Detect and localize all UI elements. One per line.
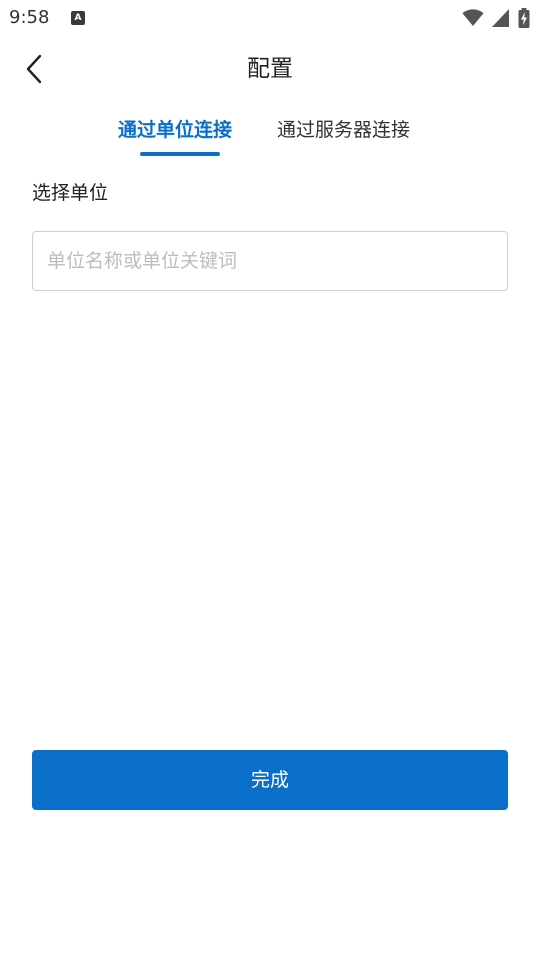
done-button[interactable]: 完成 xyxy=(32,750,508,810)
status-time: 9:58 xyxy=(9,7,50,28)
tab-connect-by-server[interactable]: 通过服务器连接 xyxy=(277,112,410,148)
status-bar: 9:58 A xyxy=(0,0,540,36)
tab-bar: 通过单位连接 通过服务器连接 xyxy=(0,112,540,158)
cell-signal-icon xyxy=(492,9,509,27)
notification-icon: A xyxy=(71,11,85,25)
tab-active-indicator xyxy=(140,152,220,156)
battery-charging-icon xyxy=(518,8,530,28)
select-organization-label: 选择单位 xyxy=(32,182,109,204)
organization-search-field xyxy=(32,231,508,291)
back-button[interactable] xyxy=(18,52,50,86)
page-title: 配置 xyxy=(247,56,293,82)
organization-search-input[interactable] xyxy=(33,232,507,290)
header: 配置 xyxy=(0,44,540,94)
status-icons xyxy=(462,7,530,29)
chevron-left-icon xyxy=(26,54,42,84)
tab-connect-by-organization[interactable]: 通过单位连接 xyxy=(118,112,232,148)
wifi-icon xyxy=(462,9,484,26)
